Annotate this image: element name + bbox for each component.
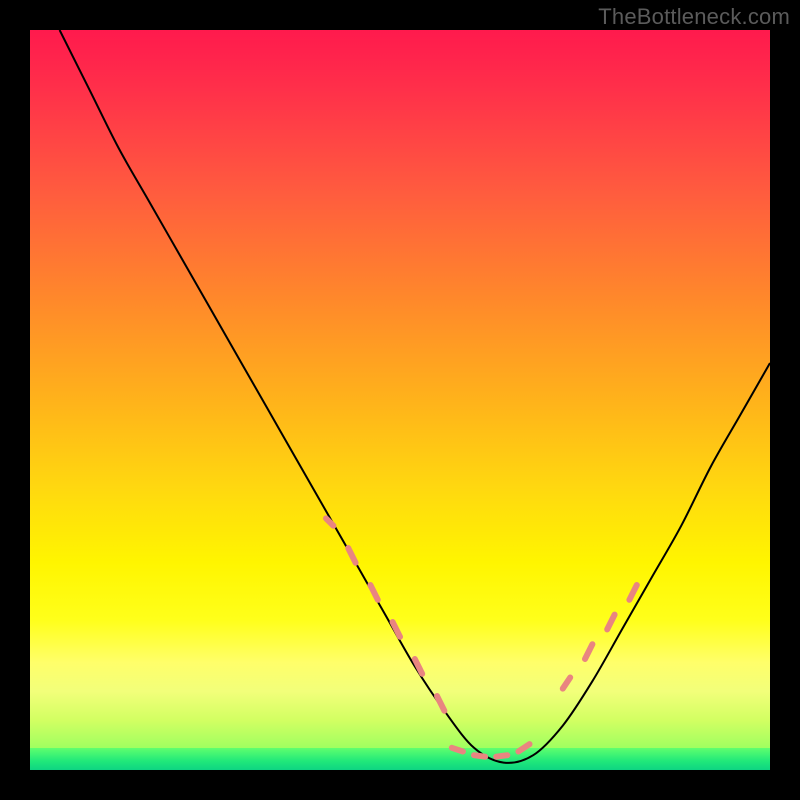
curve-layer bbox=[30, 30, 770, 770]
chart-stage: TheBottleneck.com bbox=[0, 0, 800, 800]
highlight-dashes-right bbox=[563, 585, 637, 689]
plot-area bbox=[30, 30, 770, 770]
highlight-dashes-bottom bbox=[452, 744, 530, 757]
bottleneck-curve bbox=[60, 30, 770, 763]
watermark-text: TheBottleneck.com bbox=[598, 4, 790, 30]
